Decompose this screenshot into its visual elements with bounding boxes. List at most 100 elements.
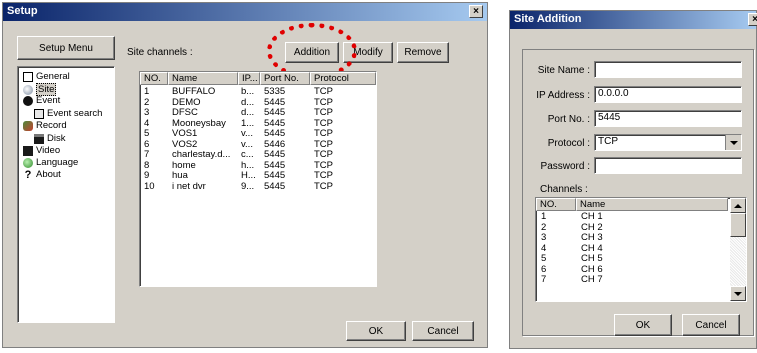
table-cell[interactable]: b...: [241, 87, 259, 97]
col-header-port[interactable]: Port No.: [260, 72, 310, 85]
table-row[interactable]: 1: [144, 87, 168, 97]
chevron-down-icon[interactable]: [725, 135, 741, 150]
site-name-input[interactable]: [594, 61, 742, 78]
setup-ok-button[interactable]: OK: [346, 321, 406, 341]
table-cell[interactable]: i net dvr: [172, 182, 238, 192]
col-header-name[interactable]: Name: [168, 72, 238, 85]
table-cell[interactable]: TCP: [314, 161, 374, 171]
table-row[interactable]: 2: [144, 98, 168, 108]
table-row[interactable]: 6: [144, 140, 168, 150]
tree-item-language[interactable]: Language: [23, 157, 78, 168]
remove-button[interactable]: Remove: [397, 42, 449, 63]
table-cell[interactable]: TCP: [314, 182, 374, 192]
table-cell[interactable]: TCP: [314, 119, 374, 129]
col-header-protocol[interactable]: Protocol: [310, 72, 376, 85]
table-cell[interactable]: DFSC: [172, 108, 238, 118]
addition-button[interactable]: Addition: [285, 42, 339, 63]
site-addition-cancel-button[interactable]: Cancel: [682, 314, 740, 336]
list-cell[interactable]: CH 1: [581, 212, 721, 222]
setup-cancel-button[interactable]: Cancel: [412, 321, 474, 341]
list-item[interactable]: 5: [541, 254, 575, 264]
table-cell[interactable]: v...: [241, 140, 259, 150]
table-cell[interactable]: 5445: [264, 108, 310, 118]
table-cell[interactable]: d...: [241, 108, 259, 118]
table-cell[interactable]: 5445: [264, 119, 310, 129]
table-cell[interactable]: H...: [241, 171, 259, 181]
setup-close-button[interactable]: ×: [469, 5, 483, 18]
table-row[interactable]: 5: [144, 129, 168, 139]
table-cell[interactable]: DEMO: [172, 98, 238, 108]
table-cell[interactable]: home: [172, 161, 238, 171]
col-header-ip[interactable]: IP...: [238, 72, 260, 85]
channels-list[interactable]: NO. Name 1 CH 1 2 CH 2 3 CH 3 4 CH 4 5 CH 5 6 CH 6 7…: [535, 197, 747, 302]
table-cell[interactable]: 9...: [241, 182, 259, 192]
list-item[interactable]: 7: [541, 275, 575, 285]
list-cell[interactable]: CH 7: [581, 275, 721, 285]
tree-item-disk[interactable]: Disk: [34, 133, 65, 144]
site-addition-close-button[interactable]: ×: [748, 13, 757, 26]
table-cell[interactable]: 5335: [264, 87, 310, 97]
tree-item-record[interactable]: Record: [23, 120, 67, 131]
table-row[interactable]: 8: [144, 161, 168, 171]
table-cell[interactable]: TCP: [314, 150, 374, 160]
scroll-up-button[interactable]: [730, 198, 746, 213]
ip-address-input[interactable]: 0.0.0.0: [594, 86, 742, 103]
col-header-no[interactable]: NO.: [140, 72, 168, 85]
table-cell[interactable]: VOS2: [172, 140, 238, 150]
table-row[interactable]: 3: [144, 108, 168, 118]
site-addition-ok-button[interactable]: OK: [614, 314, 672, 336]
table-cell[interactable]: d...: [241, 98, 259, 108]
table-cell[interactable]: BUFFALO: [172, 87, 238, 97]
list-cell[interactable]: CH 4: [581, 244, 721, 254]
table-cell[interactable]: c...: [241, 150, 259, 160]
channels-scrollbar[interactable]: [730, 198, 746, 301]
table-cell[interactable]: 5445: [264, 161, 310, 171]
list-cell[interactable]: CH 3: [581, 233, 721, 243]
scroll-down-button[interactable]: [730, 286, 746, 301]
modify-button[interactable]: Modify: [343, 42, 393, 63]
table-cell[interactable]: TCP: [314, 98, 374, 108]
list-cell[interactable]: CH 5: [581, 254, 721, 264]
table-cell[interactable]: 5446: [264, 140, 310, 150]
table-cell[interactable]: 5445: [264, 98, 310, 108]
scroll-thumb[interactable]: [730, 213, 746, 237]
password-input[interactable]: [594, 157, 742, 174]
port-input[interactable]: 5445: [594, 110, 742, 127]
table-cell[interactable]: Mooneysbay: [172, 119, 238, 129]
table-cell[interactable]: TCP: [314, 140, 374, 150]
channels-col-header-no[interactable]: NO.: [536, 198, 576, 211]
table-cell[interactable]: 5445: [264, 182, 310, 192]
list-item[interactable]: 4: [541, 244, 575, 254]
list-item[interactable]: 1: [541, 212, 575, 222]
table-row[interactable]: 9: [144, 171, 168, 181]
table-cell[interactable]: 1...: [241, 119, 259, 129]
table-cell[interactable]: TCP: [314, 129, 374, 139]
list-cell[interactable]: CH 6: [581, 265, 721, 275]
channels-col-header-name[interactable]: Name: [576, 198, 728, 211]
setup-menu-button[interactable]: Setup Menu: [17, 36, 115, 60]
tree-item-event-search[interactable]: Event search: [34, 108, 102, 119]
table-row[interactable]: 4: [144, 119, 168, 129]
tree-item-about[interactable]: ? About: [23, 169, 61, 180]
table-cell[interactable]: TCP: [314, 87, 374, 97]
tree-item-video[interactable]: Video: [23, 145, 60, 156]
site-channels-list[interactable]: NO. Name IP... Port No. Protocol 1 BUFFAL…: [139, 71, 377, 287]
table-row[interactable]: 10: [144, 182, 168, 192]
table-cell[interactable]: 5445: [264, 150, 310, 160]
table-cell[interactable]: TCP: [314, 108, 374, 118]
table-cell[interactable]: charlestay.d...: [172, 150, 238, 160]
table-cell[interactable]: v...: [241, 129, 259, 139]
tree-item-event[interactable]: Event: [23, 95, 60, 106]
list-item[interactable]: 6: [541, 265, 575, 275]
site-addition-titlebar[interactable]: Site Addition: [510, 11, 756, 29]
setup-menu-tree[interactable]: General Site Event Event search Record D…: [17, 66, 115, 323]
table-cell[interactable]: 5445: [264, 171, 310, 181]
list-cell[interactable]: CH 2: [581, 223, 721, 233]
table-cell[interactable]: h...: [241, 161, 259, 171]
list-item[interactable]: 3: [541, 233, 575, 243]
setup-titlebar[interactable]: Setup: [3, 3, 487, 21]
table-cell[interactable]: hua: [172, 171, 238, 181]
table-row[interactable]: 7: [144, 150, 168, 160]
tree-item-general[interactable]: General: [23, 71, 70, 82]
list-item[interactable]: 2: [541, 223, 575, 233]
